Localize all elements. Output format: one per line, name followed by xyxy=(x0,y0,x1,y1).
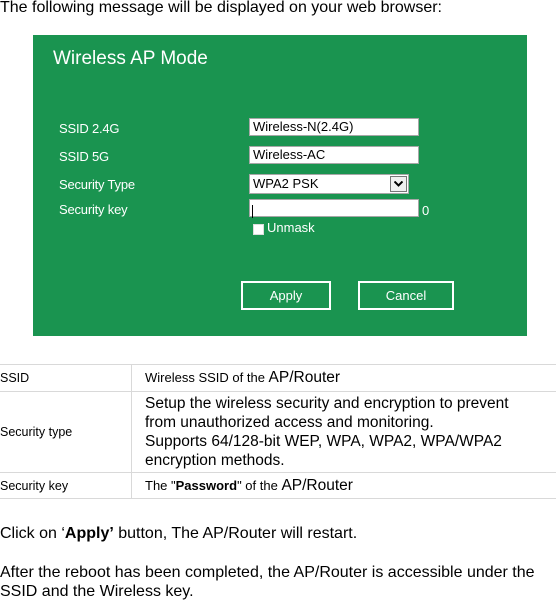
cancel-button[interactable]: Cancel xyxy=(358,281,454,310)
table-key: Security type xyxy=(0,391,132,473)
table-row: SSID Wireless SSID of the AP/Router xyxy=(0,364,556,392)
key-char-count: 0 xyxy=(422,203,430,218)
security-type-value: WPA2 PSK xyxy=(253,176,319,191)
security-key-input[interactable] xyxy=(249,199,419,217)
wireless-ap-mode-panel: Wireless AP Mode SSID 2.4G Wireless-N(2.… xyxy=(33,35,527,336)
value-text: AP/Router xyxy=(281,476,353,494)
para-text: Click on ‘ xyxy=(0,525,65,542)
security-type-select[interactable]: WPA2 PSK xyxy=(249,174,409,194)
ssid-24-input[interactable]: Wireless-N(2.4G) xyxy=(249,118,419,136)
value-line: from unauthorized access and monitoring. xyxy=(145,414,434,431)
reboot-note-line2: SSID and the Wireless key. xyxy=(0,583,194,600)
table-row: Security type Setup the wireless securit… xyxy=(0,391,556,473)
panel-title: Wireless AP Mode xyxy=(53,48,208,69)
table-value: Setup the wireless security and encrypti… xyxy=(131,391,556,473)
para-text: button, The AP/Router will restart. xyxy=(113,525,358,542)
ssid-24-label: SSID 2.4G xyxy=(59,121,120,136)
intro-text: The following message will be displayed … xyxy=(0,0,442,16)
value-line: Supports 64/128-bit WEP, WPA, WPA2, WPA/… xyxy=(145,433,502,450)
ssid-5-label: SSID 5G xyxy=(59,149,109,164)
table-value: The "Password" of the AP/Router xyxy=(131,472,556,499)
value-text: The " xyxy=(145,477,176,493)
apply-button[interactable]: Apply xyxy=(241,281,331,310)
table-row: Security key The "Password" of the AP/Ro… xyxy=(0,472,556,499)
text-caret xyxy=(252,205,253,218)
table-value: Wireless SSID of the AP/Router xyxy=(131,364,556,392)
para-bold: Apply’ xyxy=(64,525,114,542)
value-line: Setup the wireless security and encrypti… xyxy=(145,395,509,412)
value-text: " of the xyxy=(237,477,282,493)
field-description-table: SSID Wireless SSID of the AP/Router Secu… xyxy=(0,364,556,499)
unmask-label: Unmask xyxy=(267,220,315,235)
value-text: Wireless SSID of the xyxy=(145,370,269,385)
table-key: Security key xyxy=(0,472,132,499)
security-type-label: Security Type xyxy=(59,177,135,192)
value-text: AP/Router xyxy=(268,369,341,386)
chevron-down-icon[interactable] xyxy=(390,176,407,192)
unmask-checkbox[interactable] xyxy=(253,224,264,235)
value-line: encryption methods. xyxy=(145,452,285,469)
ssid-5-input[interactable]: Wireless-AC xyxy=(249,146,419,164)
security-key-label: Security key xyxy=(59,202,128,217)
reboot-note-line1: After the reboot has been completed, the… xyxy=(0,564,535,581)
apply-instruction: Click on ‘Apply’ button, The AP/Router w… xyxy=(0,524,357,543)
value-bold: Password xyxy=(175,477,238,493)
table-key: SSID xyxy=(0,364,132,392)
